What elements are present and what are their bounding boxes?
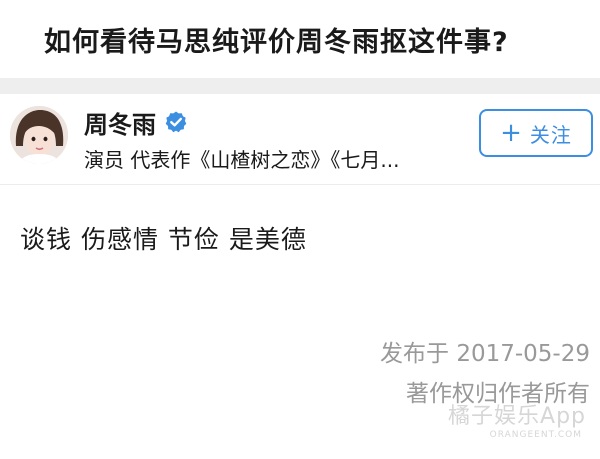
answer-text: 谈钱 伤感情 节俭 是美德 [20,225,307,254]
author-name[interactable]: 周冬雨 [84,105,156,140]
avatar[interactable] [10,106,68,164]
question-title[interactable]: 如何看待马思纯评价周冬雨抠这件事? [44,20,509,59]
author-description: 演员 代表作《山楂树之恋》《七月... [84,148,400,172]
question-header: 如何看待马思纯评价周冬雨抠这件事? [0,0,600,78]
watermark-url: ORANGEENT.COM [489,430,582,440]
follow-button-label: 关注 [529,122,572,147]
publish-date: 发布于 2017-05-29 [380,341,590,367]
author-name-row: 周冬雨 [84,105,188,140]
author-bar[interactable]: 周冬雨 演员 代表作《山楂树之恋》《七月... + 关注 [0,94,600,185]
section-divider [0,78,600,94]
follow-button[interactable]: + 关注 [479,109,593,157]
verified-check-icon [164,110,188,134]
watermark-logo-text: 橘子娱乐App [448,404,586,429]
plus-icon: + [500,118,522,148]
